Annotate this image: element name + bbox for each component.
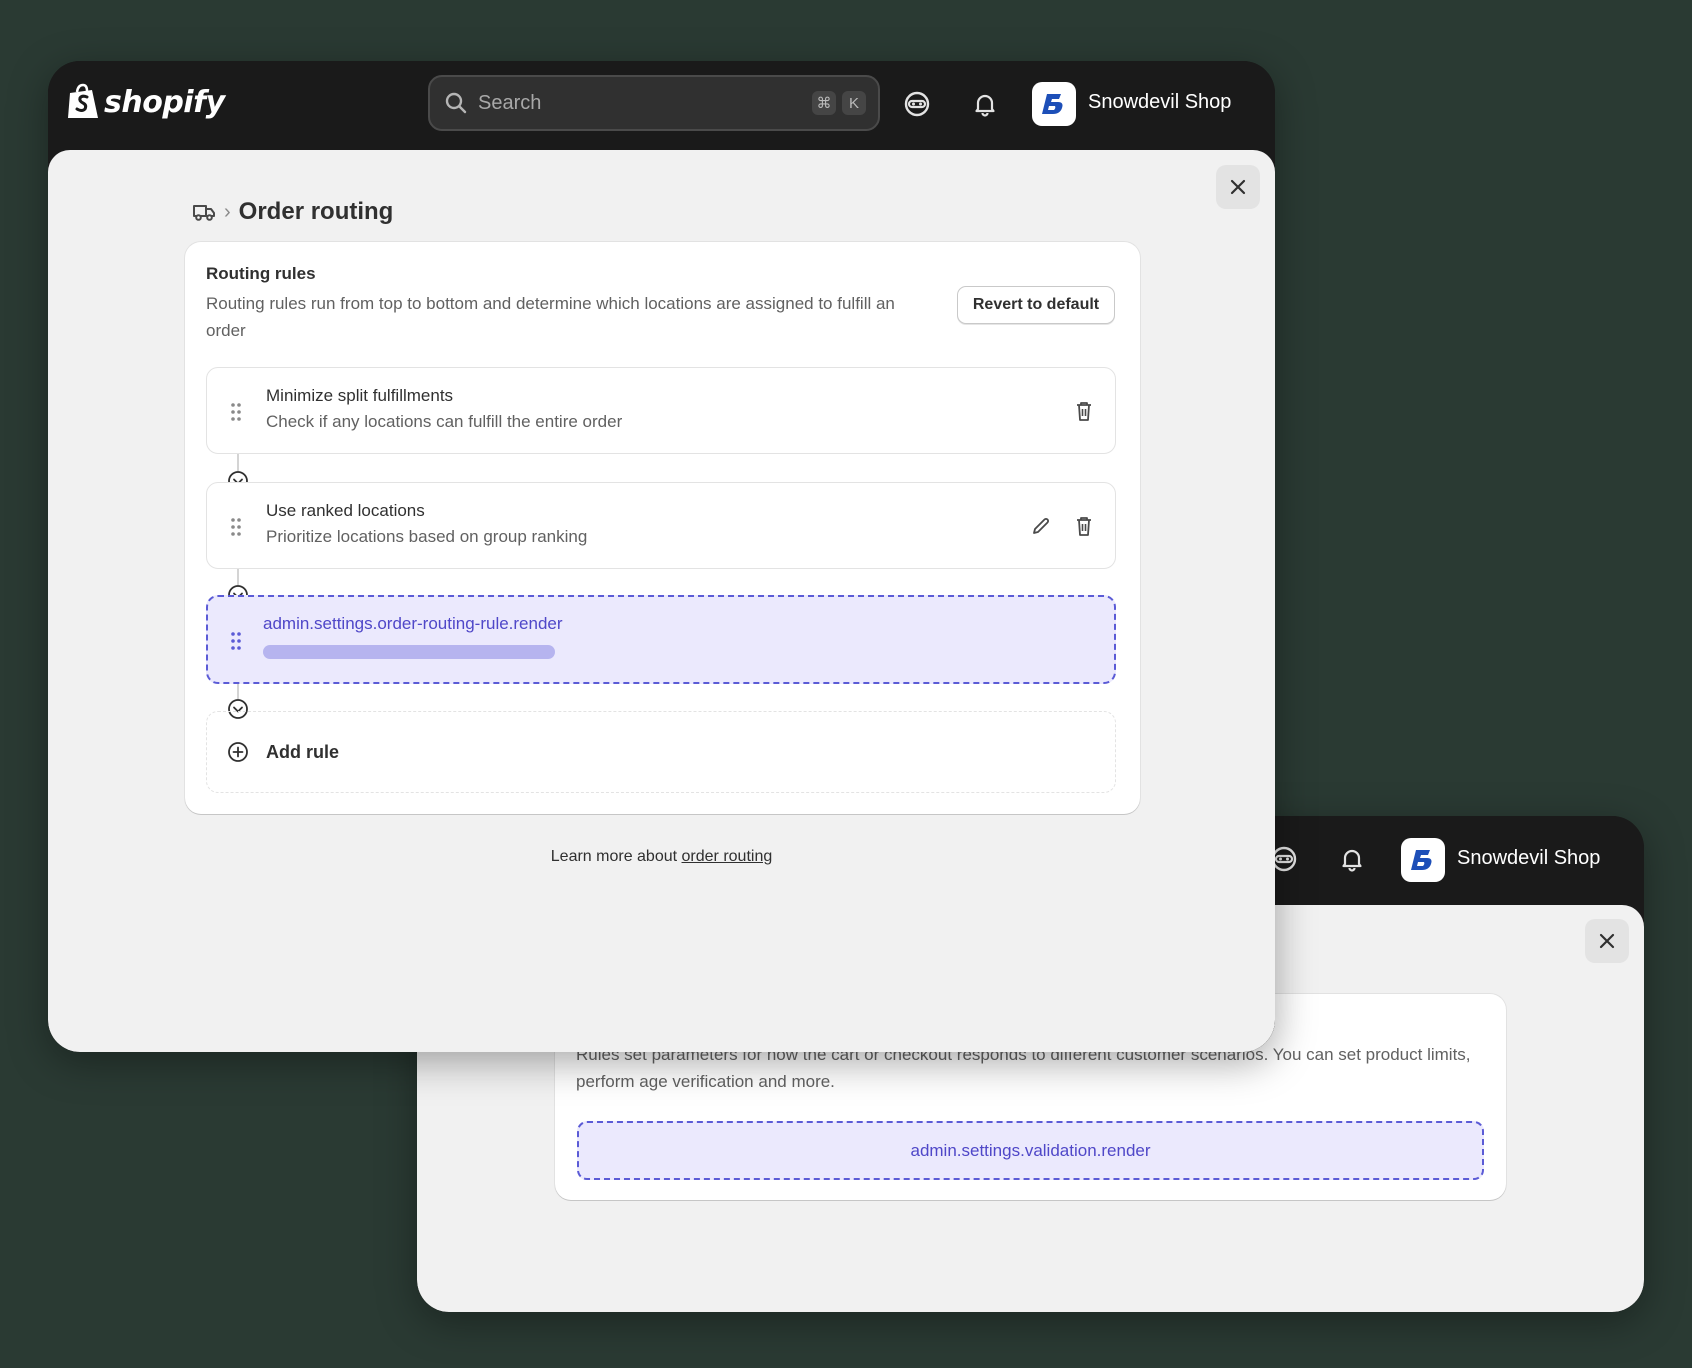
drag-handle-icon[interactable] <box>229 402 243 422</box>
bell-icon[interactable] <box>1337 844 1367 874</box>
add-rule-label: Add rule <box>266 742 340 762</box>
trash-icon <box>1077 402 1091 421</box>
page-title: Order routing <box>238 198 394 225</box>
validation-extension-slot: admin.settings.validation.render <box>577 1121 1484 1180</box>
extension-rule-slot[interactable]: admin.settings.order-routing-rule.render <box>206 595 1116 684</box>
card-description: Routing rules run from top to bottom and… <box>206 294 895 340</box>
routing-rule[interactable]: Use ranked locations Prioritize location… <box>206 482 1116 569</box>
search-input[interactable]: Search <box>478 92 806 115</box>
shortcut-key-cmd: ⌘ <box>812 91 836 115</box>
shortcut-key-k: K <box>842 91 866 115</box>
delete-rule-button[interactable] <box>1071 513 1097 539</box>
rule-title: Minimize split fulfillments <box>266 386 454 405</box>
loading-placeholder-bar <box>263 645 555 659</box>
brand-wordmark: shopify <box>104 84 225 120</box>
learn-more-prefix: Learn more about <box>550 848 682 865</box>
order-routing-panel: › Order routing Routing rules Routing ru… <box>48 150 1275 1052</box>
settings-window-front: shopify Search ⌘ K Snowdevil Shop › Orde… <box>48 61 1275 1052</box>
routing-rules-card: Routing rules Routing rules run from top… <box>185 242 1140 814</box>
shop-name[interactable]: Snowdevil Shop <box>1457 847 1600 870</box>
shopify-logo[interactable]: shopify <box>66 83 225 121</box>
delete-rule-button[interactable] <box>1071 398 1097 424</box>
rule-subtitle: Prioritize locations based on group rank… <box>266 527 588 546</box>
search-bar[interactable]: Search ⌘ K <box>428 75 880 131</box>
pencil-icon <box>1033 518 1049 534</box>
drag-handle-icon[interactable] <box>229 517 243 537</box>
close-icon <box>1599 933 1615 949</box>
sidekick-icon[interactable] <box>902 89 932 119</box>
breadcrumb: › Order routing <box>192 198 393 226</box>
add-rule-button[interactable]: Add rule <box>206 711 1116 793</box>
rule-title: Use ranked locations <box>266 501 425 520</box>
shop-avatar[interactable] <box>1401 838 1445 882</box>
shipping-truck-icon[interactable] <box>192 201 216 223</box>
shop-avatar[interactable] <box>1032 82 1076 126</box>
routing-rule[interactable]: Minimize split fulfillments Check if any… <box>206 367 1116 454</box>
close-icon <box>1230 179 1246 195</box>
shopify-bag-icon <box>68 83 98 118</box>
close-button[interactable] <box>1585 919 1629 963</box>
shop-name[interactable]: Snowdevil Shop <box>1088 91 1231 114</box>
edit-rule-button[interactable] <box>1028 513 1054 539</box>
trash-icon <box>1077 517 1091 536</box>
plus-circle-icon <box>228 742 248 762</box>
search-icon <box>445 92 467 114</box>
order-routing-link[interactable]: order routing <box>682 848 773 865</box>
revert-to-default-button[interactable]: Revert to default <box>957 286 1115 324</box>
drag-handle-icon[interactable] <box>229 631 243 651</box>
chevron-right-icon: › <box>224 200 231 223</box>
close-button[interactable] <box>1216 165 1260 209</box>
bell-icon[interactable] <box>970 89 1000 119</box>
rule-subtitle: Check if any locations can fulfill the e… <box>266 412 623 431</box>
top-bar: shopify Search ⌘ K Snowdevil Shop <box>48 61 1275 151</box>
extension-target-label: admin.settings.order-routing-rule.render <box>263 614 563 633</box>
card-title: Routing rules <box>206 264 316 283</box>
learn-more-text: Learn more about order routing <box>48 848 1275 866</box>
